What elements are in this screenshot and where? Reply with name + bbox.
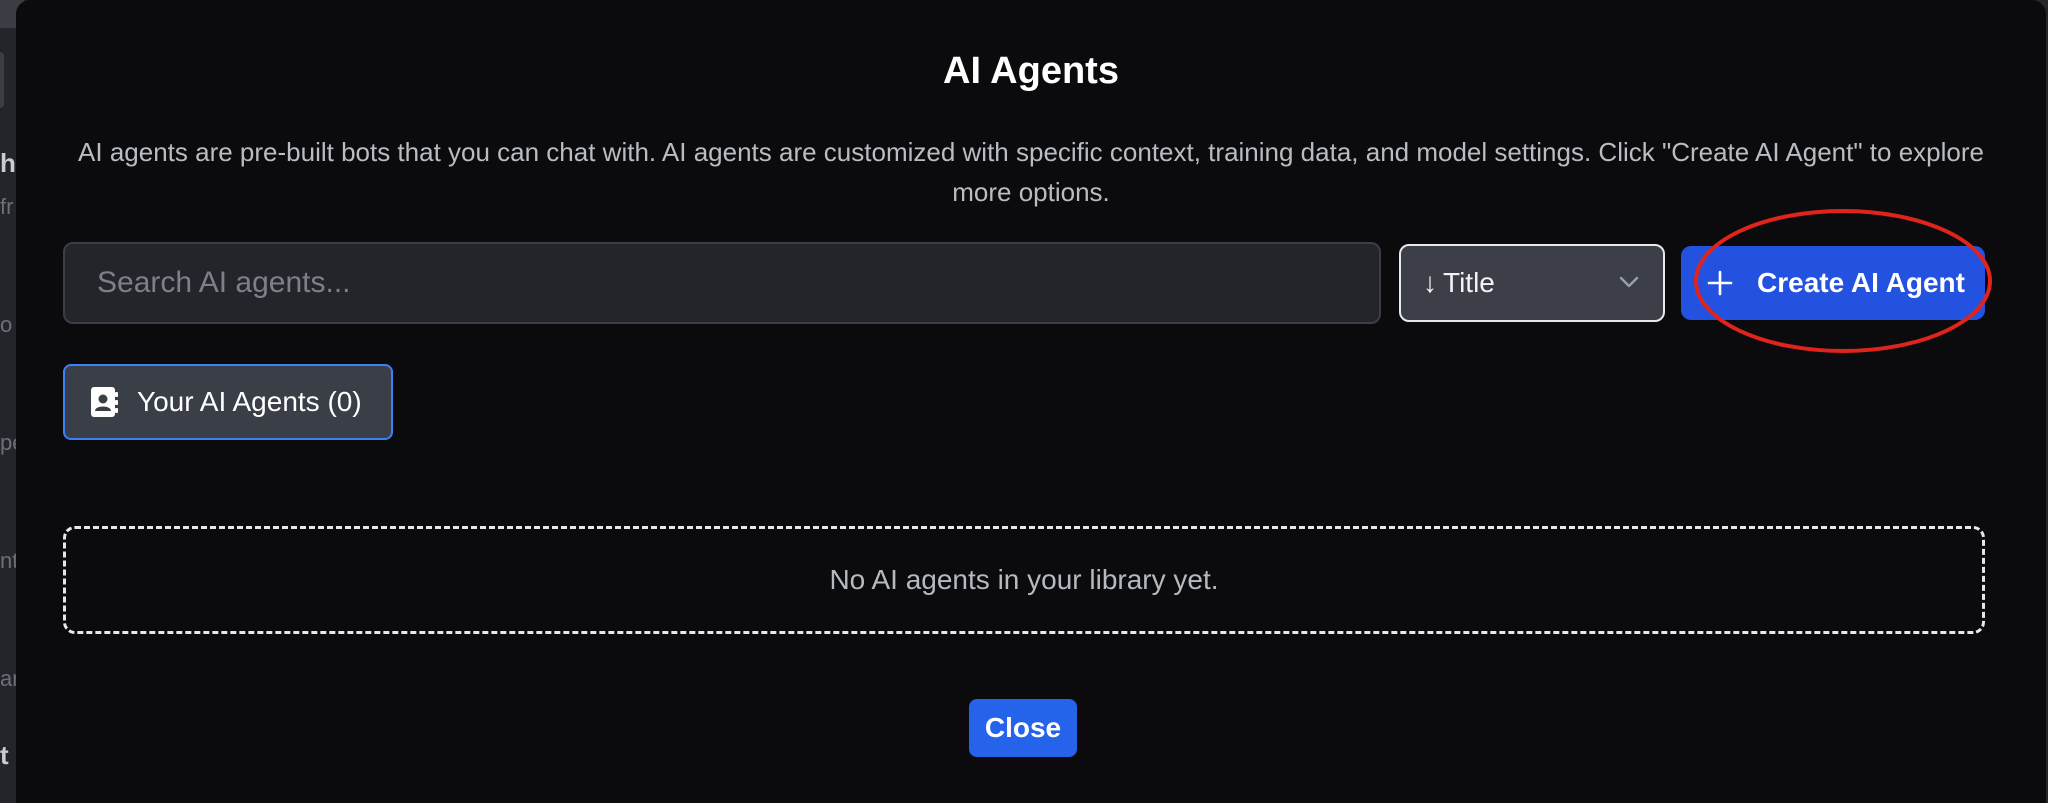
modal-title: AI Agents [943, 50, 1119, 92]
tab-your-ai-agents[interactable]: Your AI Agents (0) [63, 364, 393, 440]
sort-select[interactable]: ↓ Title [1399, 244, 1665, 322]
annotation-circle [1694, 209, 1992, 353]
chevron-down-icon [1619, 276, 1639, 288]
modal-description: AI agents are pre-built bots that you ca… [78, 137, 1984, 207]
background-panel [0, 52, 4, 108]
sort-direction-arrow: ↓ [1423, 267, 1437, 298]
sort-select-value: Title [1443, 267, 1495, 298]
contact-book-icon [91, 387, 118, 417]
empty-state-message: No AI agents in your library yet. [829, 564, 1219, 595]
close-button[interactable]: Close [969, 699, 1077, 757]
ai-agents-modal: AI Agents AI agents are pre-built bots t… [16, 0, 2046, 803]
search-input[interactable] [63, 242, 1381, 324]
empty-state: No AI agents in your library yet. [63, 526, 1985, 634]
tab-label: Your AI Agents (0) [137, 386, 362, 417]
